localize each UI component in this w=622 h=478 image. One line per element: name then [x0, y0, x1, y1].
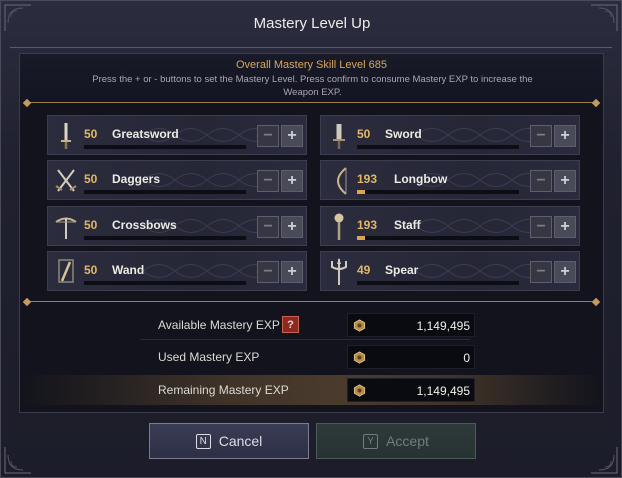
corner-ornament — [589, 445, 619, 475]
weapon-card: 50 Daggers − + — [47, 160, 307, 200]
weapon-card: 193 Longbow − + — [320, 160, 580, 200]
weapon-name: Daggers — [112, 172, 161, 186]
used-exp-value-box: 0 — [347, 345, 475, 369]
cancel-key-hint: N — [195, 433, 211, 449]
corner-ornament — [3, 445, 33, 475]
help-button[interactable]: ? — [282, 316, 299, 333]
sword-icon — [325, 120, 353, 152]
crossbow-icon — [52, 211, 80, 243]
used-exp-value: 0 — [463, 351, 470, 365]
increase-level-button[interactable]: + — [554, 216, 576, 238]
accept-button[interactable]: Y Accept — [316, 423, 476, 459]
weapon-name: Sword — [385, 127, 422, 141]
wand-icon — [52, 256, 80, 288]
weapon-name: Greatsword — [112, 127, 179, 141]
weapon-card: 49 Spear − + — [320, 251, 580, 291]
weapon-exp-bar — [84, 145, 246, 149]
weapon-card: 50 Wand − + — [47, 251, 307, 291]
available-exp-row: Available Mastery EXP ? 1,149,495 — [20, 310, 603, 340]
increase-level-button[interactable]: + — [281, 125, 303, 147]
decrease-level-button[interactable]: − — [257, 170, 279, 192]
staff-icon — [325, 211, 353, 243]
weapon-card: 50 Crossbows − + — [47, 206, 307, 246]
mastery-coin-icon — [353, 319, 366, 332]
weapon-name: Crossbows — [112, 218, 177, 232]
longbow-icon — [325, 165, 353, 197]
weapon-exp-bar — [357, 281, 519, 285]
weapon-level: 50 — [84, 127, 98, 141]
daggers-icon — [52, 165, 80, 197]
available-exp-value: 1,149,495 — [416, 319, 470, 333]
panel-header: Overall Mastery Skill Level 685 Press th… — [20, 54, 603, 102]
weapon-name: Staff — [394, 218, 421, 232]
accept-button-label: Accept — [386, 433, 429, 449]
increase-level-button[interactable]: + — [554, 170, 576, 192]
increase-level-button[interactable]: + — [281, 216, 303, 238]
weapon-exp-bar — [84, 190, 246, 194]
remaining-exp-label: Remaining Mastery EXP — [158, 383, 289, 397]
weapon-level: 50 — [84, 172, 98, 186]
decrease-level-button[interactable]: − — [257, 216, 279, 238]
weapon-level: 193 — [357, 172, 378, 186]
available-exp-label: Available Mastery EXP — [158, 318, 280, 332]
instructions-text: Press the + or - buttons to set the Mast… — [92, 74, 533, 98]
dialog-title: Mastery Level Up — [253, 15, 371, 32]
weapon-card: 50 Sword − + — [320, 115, 580, 155]
weapon-exp-bar — [84, 236, 246, 240]
weapon-exp-bar — [84, 281, 246, 285]
spear-icon — [325, 256, 353, 288]
increase-level-button[interactable]: + — [554, 125, 576, 147]
decrease-level-button[interactable]: − — [530, 261, 552, 283]
weapon-card: 193 Staff − + — [320, 206, 580, 246]
decrease-level-button[interactable]: − — [530, 170, 552, 192]
decrease-level-button[interactable]: − — [530, 125, 552, 147]
decrease-level-button[interactable]: − — [257, 125, 279, 147]
weapon-level: 50 — [84, 218, 98, 232]
ornament-divider — [22, 297, 601, 307]
weapon-exp-bar — [357, 190, 519, 194]
increase-level-button[interactable]: + — [281, 170, 303, 192]
greatsword-icon — [52, 120, 80, 152]
weapon-exp-bar — [357, 145, 519, 149]
used-exp-row: Used Mastery EXP 0 — [20, 342, 603, 372]
used-exp-label: Used Mastery EXP — [158, 350, 260, 364]
remaining-exp-row: Remaining Mastery EXP 1,149,495 — [20, 375, 603, 405]
mastery-coin-icon — [353, 384, 366, 397]
overall-mastery-level: Overall Mastery Skill Level 685 — [235, 59, 387, 71]
weapon-name: Longbow — [394, 172, 448, 186]
accept-key-hint: Y — [363, 433, 379, 449]
ornament-divider — [22, 98, 601, 108]
weapon-level: 50 — [84, 263, 98, 277]
remaining-exp-value-box: 1,149,495 — [347, 378, 475, 402]
available-exp-value-box: 1,149,495 — [347, 313, 475, 337]
mastery-panel: Overall Mastery Skill Level 685 Press th… — [19, 53, 604, 413]
cancel-button[interactable]: N Cancel — [149, 423, 309, 459]
weapon-exp-bar — [357, 236, 519, 240]
increase-level-button[interactable]: + — [281, 261, 303, 283]
weapon-name: Wand — [112, 263, 145, 277]
weapon-level: 50 — [357, 127, 371, 141]
weapon-card: 50 Greatsword − + — [47, 115, 307, 155]
title-divider — [10, 47, 612, 48]
weapon-name: Spear — [385, 263, 419, 277]
weapon-level: 49 — [357, 263, 371, 277]
cancel-button-label: Cancel — [218, 433, 263, 449]
remaining-exp-value: 1,149,495 — [416, 384, 470, 398]
mastery-coin-icon — [353, 351, 366, 364]
weapon-level: 193 — [357, 218, 378, 232]
decrease-level-button[interactable]: − — [257, 261, 279, 283]
increase-level-button[interactable]: + — [554, 261, 576, 283]
mastery-level-up-dialog: Mastery Level Up Overall Mastery Skill L… — [0, 0, 622, 478]
decrease-level-button[interactable]: − — [530, 216, 552, 238]
